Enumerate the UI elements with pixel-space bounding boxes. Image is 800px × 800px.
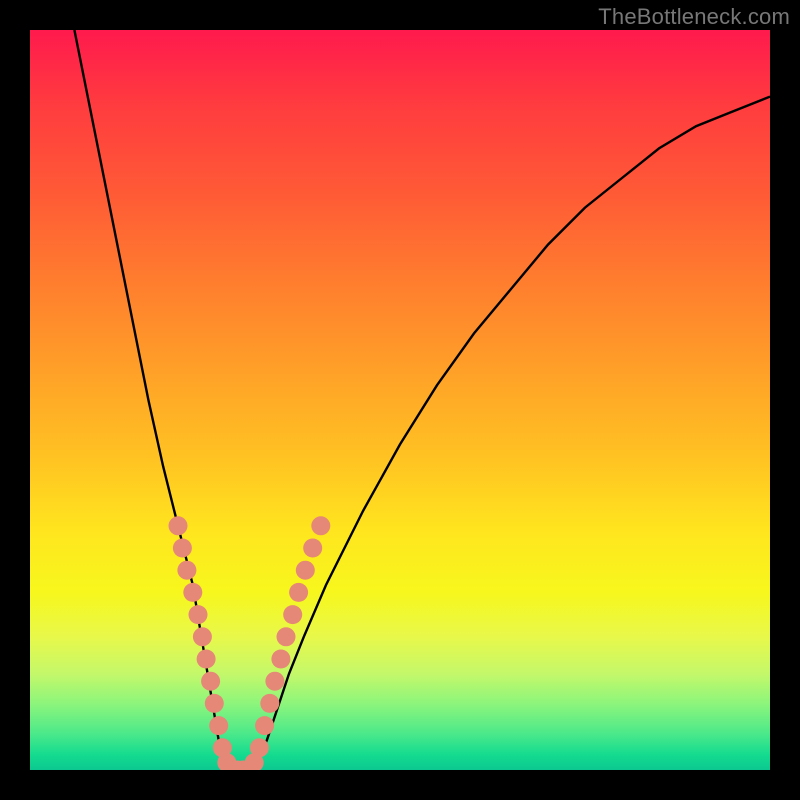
right-branch-path bbox=[252, 97, 770, 770]
scatter-point bbox=[255, 716, 274, 735]
scatter-point bbox=[205, 694, 224, 713]
scatter-point bbox=[189, 605, 208, 624]
plot-area bbox=[30, 30, 770, 770]
scatter-point bbox=[271, 650, 290, 669]
curve-lines bbox=[74, 30, 770, 770]
scatter-point bbox=[265, 672, 284, 691]
scatter-points bbox=[169, 516, 331, 770]
scatter-point bbox=[173, 539, 192, 558]
scatter-point bbox=[260, 694, 279, 713]
scatter-point bbox=[289, 583, 308, 602]
watermark-text: TheBottleneck.com bbox=[598, 4, 790, 30]
scatter-point bbox=[201, 672, 220, 691]
scatter-point bbox=[250, 738, 269, 757]
scatter-point bbox=[197, 650, 216, 669]
scatter-point bbox=[296, 561, 315, 580]
chart-svg bbox=[30, 30, 770, 770]
scatter-point bbox=[283, 605, 302, 624]
scatter-point bbox=[303, 539, 322, 558]
chart-frame: TheBottleneck.com bbox=[0, 0, 800, 800]
scatter-point bbox=[177, 561, 196, 580]
scatter-point bbox=[169, 516, 188, 535]
scatter-point bbox=[183, 583, 202, 602]
scatter-point bbox=[193, 627, 212, 646]
scatter-point bbox=[209, 716, 228, 735]
scatter-point bbox=[311, 516, 330, 535]
scatter-point bbox=[277, 627, 296, 646]
